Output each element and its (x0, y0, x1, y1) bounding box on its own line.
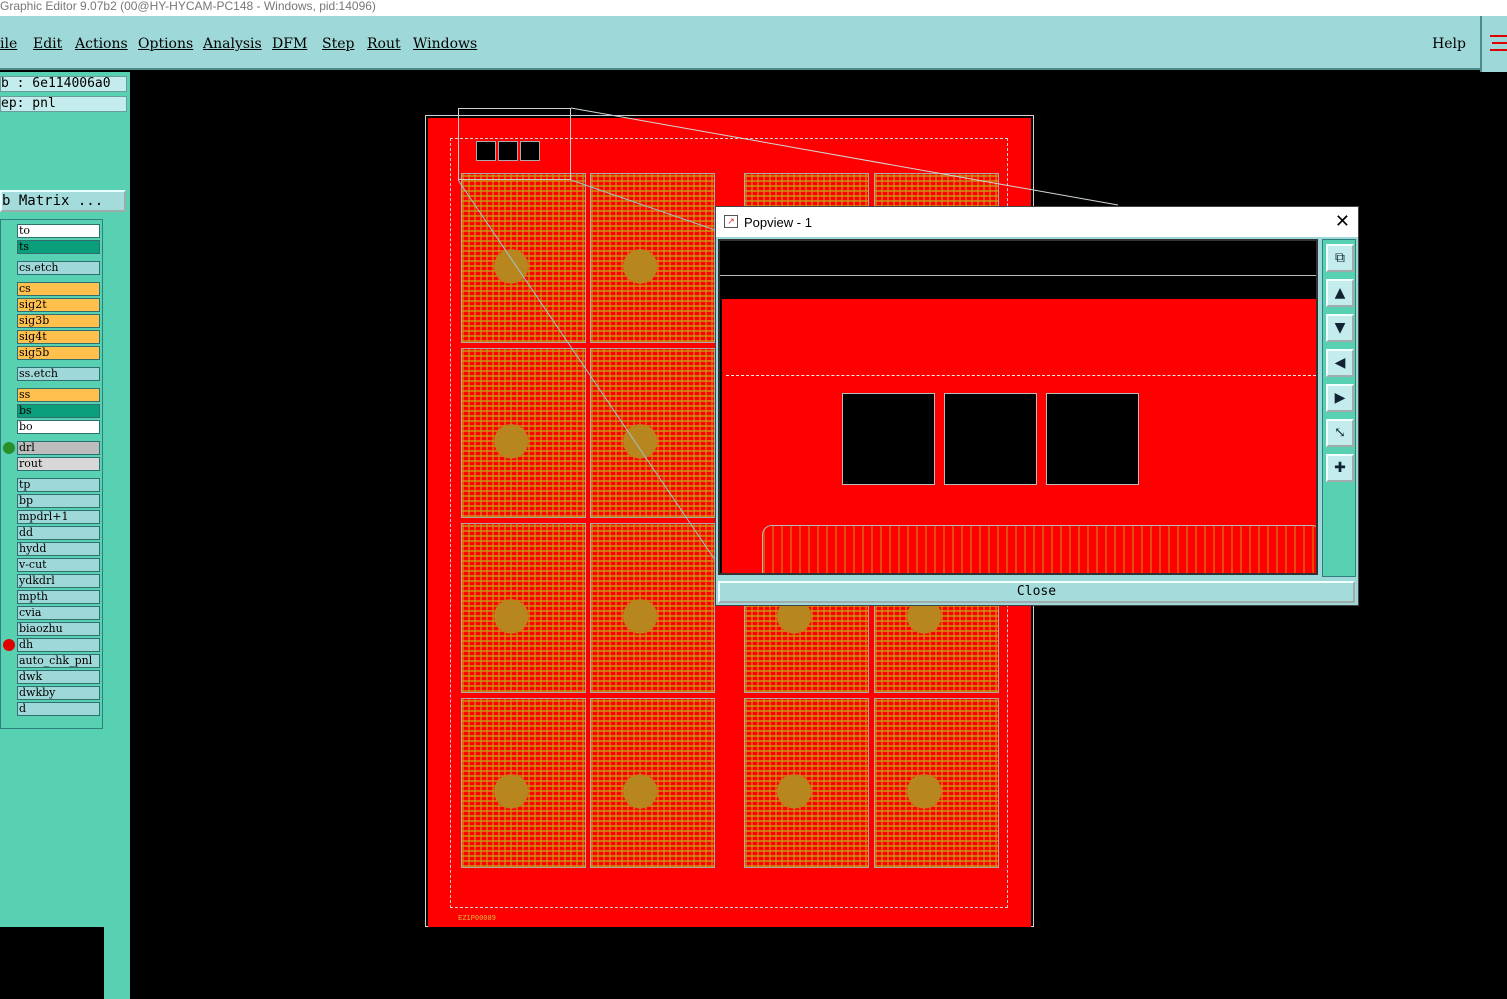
popview-close-button[interactable]: Close (718, 581, 1355, 603)
close-icon[interactable]: ✕ (1335, 212, 1350, 230)
zoom-out-icon[interactable]: ⤡ (1326, 419, 1354, 447)
zoom-in-icon[interactable]: ✚ (1326, 454, 1354, 482)
popview-toolbar: ⧉ ▲ ▼ ◀ ▶ ⤡ ✚ (1322, 239, 1356, 577)
popview-title-bar[interactable]: ↗ Popview - 1 ✕ (716, 207, 1358, 237)
pan-right-icon[interactable]: ▶ (1326, 384, 1354, 412)
pcb-unit-edge (762, 525, 1316, 573)
zoomed-panel-area (722, 299, 1316, 573)
app-icon: ↗ (724, 215, 738, 228)
pan-left-icon[interactable]: ◀ (1326, 349, 1354, 377)
popview-window[interactable]: ↗ Popview - 1 ✕ ⧉ ▲ ▼ ◀ ▶ ⤡ ✚ Close (715, 206, 1359, 606)
fiducial-pad (842, 393, 935, 485)
fiducial-pad (944, 393, 1037, 485)
popview-title: Popview - 1 (744, 215, 812, 230)
fiducial-pad (1046, 393, 1139, 485)
zoom-fit-icon[interactable]: ⧉ (1326, 244, 1354, 272)
popview-canvas[interactable] (718, 239, 1318, 575)
pan-down-icon[interactable]: ▼ (1326, 314, 1354, 342)
pan-up-icon[interactable]: ▲ (1326, 279, 1354, 307)
